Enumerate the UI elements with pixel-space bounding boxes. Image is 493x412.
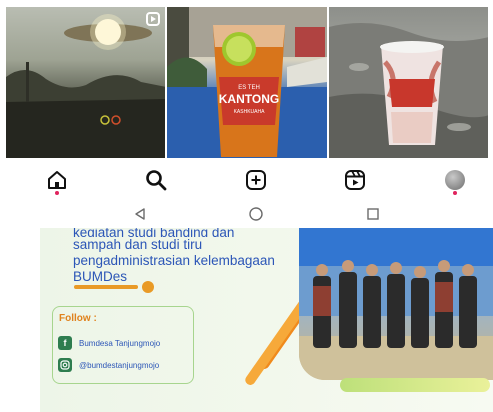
- follow-title: Follow :: [59, 313, 97, 324]
- reel-indicator-icon: [146, 12, 161, 26]
- post-tile-sunset[interactable]: [6, 7, 166, 158]
- instagram-profile-screen: ES TEH KANTONG KASHKUAHA kegiatan studi …: [0, 0, 493, 412]
- follow-box: Follow : f Bumdesa Tanjungmojo @bumdesta…: [52, 306, 194, 384]
- green-accent-bar: [340, 378, 490, 392]
- instagram-handle: @bumdestanjungmojo: [79, 360, 160, 370]
- banner-caption: kegiatan studi banding dan sampah dan st…: [73, 228, 303, 285]
- profile-tab[interactable]: [441, 166, 469, 194]
- post-grid: ES TEH KANTONG KASHKUAHA: [6, 7, 488, 158]
- system-recents-button[interactable]: [364, 205, 382, 223]
- bumdes-banner-post[interactable]: kegiatan studi banding dan sampah dan st…: [40, 228, 493, 412]
- kantong-drink-photo: ES TEH KANTONG KASHKUAHA: [167, 7, 327, 158]
- instagram-row: @bumdestanjungmojo: [58, 358, 159, 372]
- back-icon: [135, 208, 145, 220]
- facebook-handle: Bumdesa Tanjungmojo: [79, 338, 161, 348]
- profile-avatar: [445, 170, 465, 190]
- home-circle-icon: [249, 207, 263, 221]
- bottom-navigation: [0, 160, 493, 198]
- sunset-photo: [6, 14, 166, 158]
- instagram-icon: [58, 358, 72, 372]
- cup-top-label: ES TEH: [239, 85, 261, 91]
- home-notification-dot: [55, 191, 59, 195]
- banner-line-2: pengadministrasian kelembagaan: [73, 253, 275, 268]
- group-photo: [299, 228, 493, 380]
- home-icon: [48, 171, 66, 189]
- post-tile-sand-drink[interactable]: [328, 7, 488, 158]
- banner-line-1: sampah dan studi tiru: [73, 237, 203, 252]
- accent-bar: [74, 285, 138, 289]
- home-tab[interactable]: [43, 166, 71, 194]
- create-post-tab[interactable]: [242, 166, 270, 194]
- system-back-button[interactable]: [131, 205, 149, 223]
- facebook-row: f Bumdesa Tanjungmojo: [58, 336, 160, 350]
- banner-cut-line: kegiatan studi banding dan: [73, 228, 235, 237]
- accent-dot: [142, 281, 154, 293]
- search-icon: [146, 170, 167, 191]
- instagram-glyph: [60, 360, 70, 370]
- facebook-icon: f: [58, 336, 72, 350]
- system-navigation-bar: [0, 200, 493, 226]
- sand-drink-photo: [328, 23, 488, 158]
- system-home-button[interactable]: [247, 205, 265, 223]
- reels-tab[interactable]: [341, 166, 369, 194]
- create-post-icon: [246, 170, 266, 190]
- group-photo-image: [299, 228, 493, 380]
- reels-icon: [345, 170, 365, 190]
- post-tile-kantong-drink[interactable]: ES TEH KANTONG KASHKUAHA: [167, 7, 327, 158]
- cup-sub-label: KASHKUAHA: [234, 109, 266, 115]
- cup-brand-label: KANTONG: [219, 92, 279, 106]
- banner-line-3: BUMDes: [73, 269, 128, 284]
- search-tab[interactable]: [142, 166, 170, 194]
- recents-icon: [367, 208, 379, 220]
- profile-notification-dot: [453, 191, 457, 195]
